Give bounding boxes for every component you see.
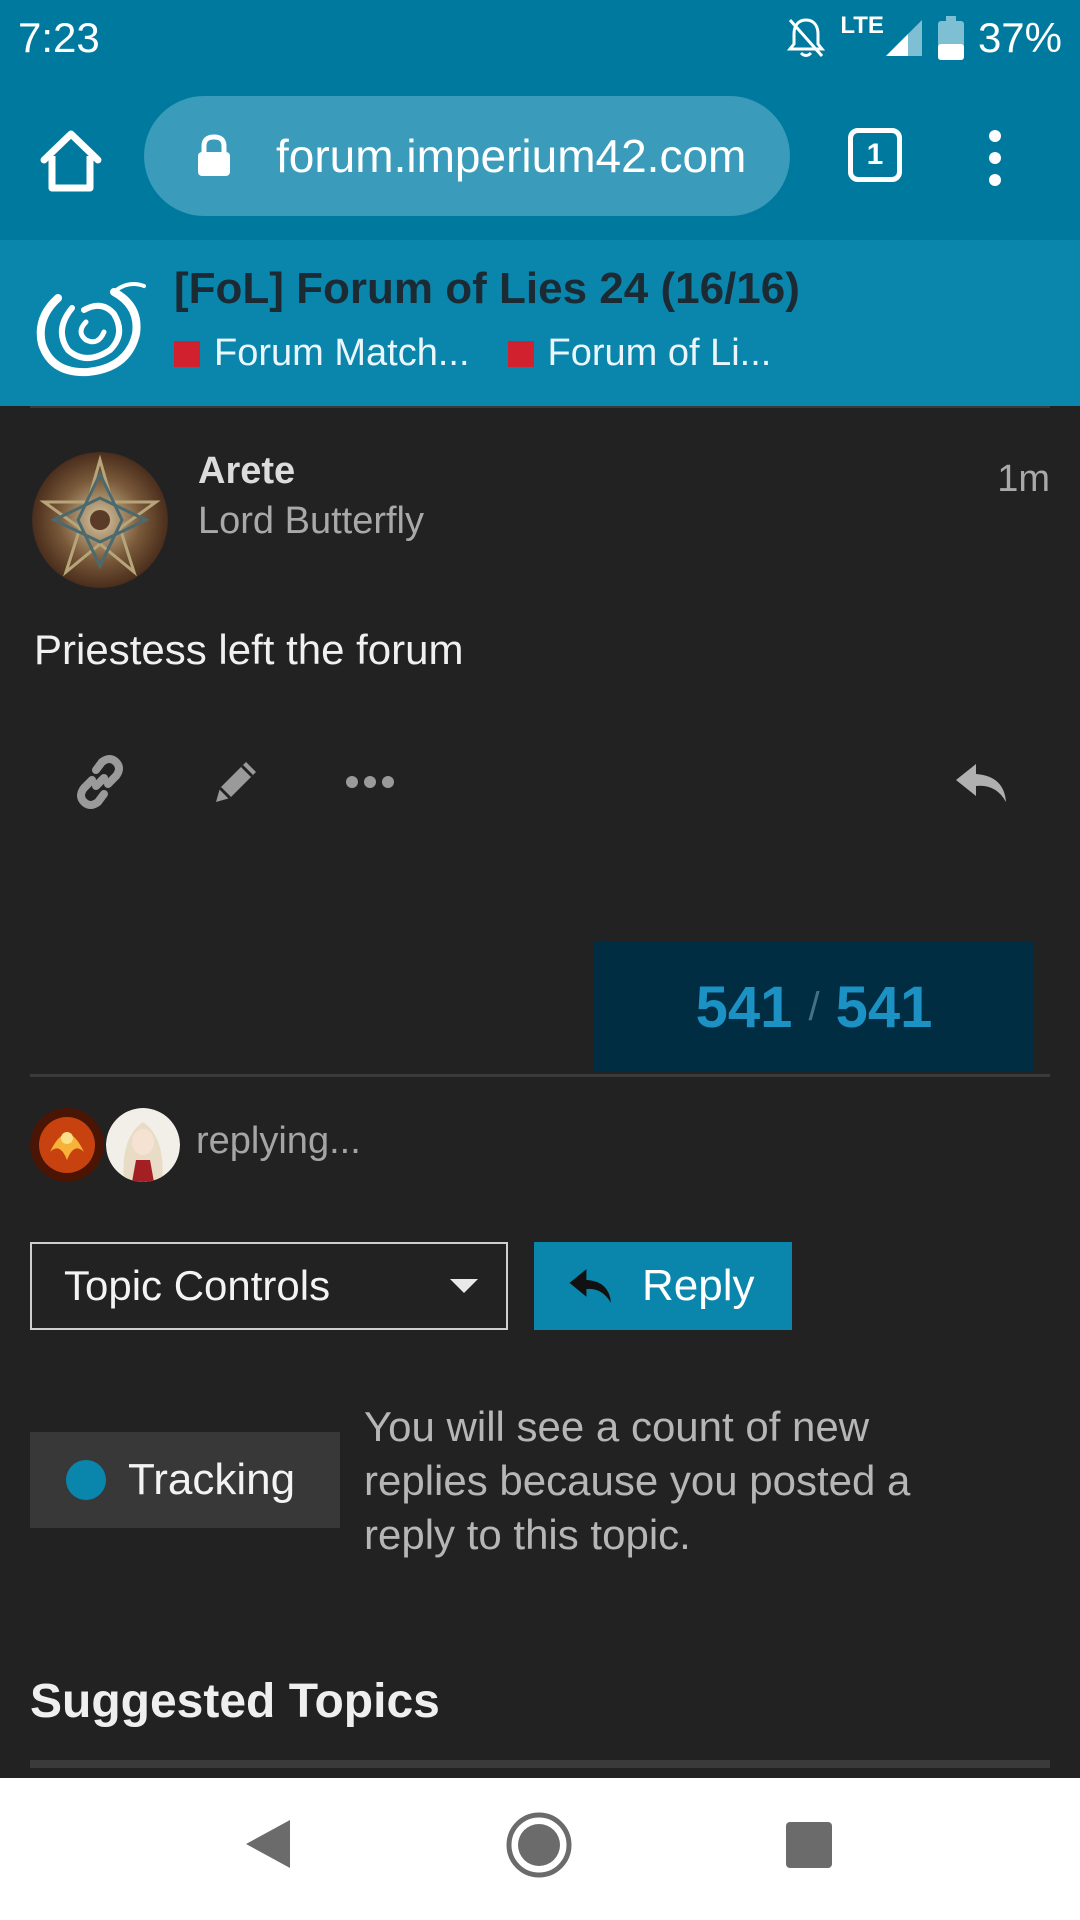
- divider: [30, 1074, 1050, 1077]
- post-username[interactable]: Arete: [198, 450, 295, 493]
- status-bar: 7:23 LTE 37%: [0, 0, 1080, 76]
- pencil-icon[interactable]: [206, 752, 266, 812]
- home-nav-icon[interactable]: [506, 1812, 572, 1878]
- home-icon[interactable]: [36, 126, 106, 196]
- browser-toolbar: forum.imperium42.com 1: [0, 76, 1080, 240]
- address-bar[interactable]: forum.imperium42.com: [144, 96, 790, 216]
- breadcrumb-label: Forum of Li...: [547, 332, 772, 374]
- topic-title[interactable]: [FoL] Forum of Lies 24 (16/16): [174, 264, 800, 314]
- notifications-off-icon: [787, 18, 826, 57]
- replying-indicator: replying...: [196, 1120, 361, 1162]
- more-actions-icon[interactable]: [340, 752, 400, 812]
- avatar[interactable]: [32, 452, 168, 588]
- divider: [30, 406, 1050, 408]
- progress-total: 541: [835, 974, 933, 1040]
- divider: [30, 1760, 1050, 1768]
- battery-level: 37%: [977, 14, 1062, 61]
- signal-icon: [885, 20, 922, 56]
- reply-icon[interactable]: [952, 752, 1012, 812]
- notification-level-button[interactable]: Tracking: [30, 1432, 340, 1528]
- url-text: forum.imperium42.com: [276, 130, 747, 182]
- chevron-down-icon: [450, 1279, 478, 1293]
- link-icon[interactable]: [70, 752, 130, 812]
- tab-switcher-button[interactable]: 1: [848, 128, 902, 182]
- breadcrumb: Forum Match... Forum of Li...: [174, 332, 771, 375]
- reply-button-label: Reply: [642, 1261, 755, 1310]
- breadcrumb-category[interactable]: Forum Match...: [174, 332, 470, 375]
- status-time: 7:23: [18, 14, 100, 61]
- suggested-topics-heading: Suggested Topics: [30, 1675, 440, 1728]
- tracking-label: Tracking: [128, 1455, 296, 1504]
- topic-controls-dropdown[interactable]: Topic Controls: [30, 1242, 508, 1330]
- tracking-description: You will see a count of new replies beca…: [364, 1403, 911, 1558]
- reply-icon: [569, 1269, 611, 1303]
- network-type: LTE: [840, 12, 884, 39]
- back-icon[interactable]: [244, 1818, 292, 1870]
- topic-controls-label: Topic Controls: [64, 1262, 331, 1309]
- avatar[interactable]: [30, 1108, 104, 1182]
- category-badge: [174, 340, 200, 367]
- progress-separator: /: [808, 984, 820, 1029]
- progress-current: 541: [695, 974, 793, 1040]
- breadcrumb-subcategory[interactable]: Forum of Li...: [507, 332, 772, 375]
- site-logo-icon[interactable]: [28, 270, 148, 380]
- post-timestamp[interactable]: 1m: [997, 458, 1050, 501]
- breadcrumb-label: Forum Match...: [214, 332, 470, 374]
- lock-icon: [198, 134, 230, 176]
- topic-header: [FoL] Forum of Lies 24 (16/16) Forum Mat…: [0, 240, 1080, 406]
- category-badge: [507, 340, 534, 367]
- status-icons: LTE 37%: [786, 10, 1062, 66]
- more-menu-icon[interactable]: [980, 128, 1010, 188]
- reply-button[interactable]: Reply: [534, 1242, 792, 1330]
- post-body: Priestess left the forum: [34, 626, 464, 673]
- tracking-icon: [66, 1460, 106, 1500]
- topic-progress[interactable]: 541 / 541: [594, 942, 1034, 1072]
- system-nav-bar: [0, 1778, 1080, 1920]
- post-user-title: Lord Butterfly: [198, 500, 424, 542]
- recents-icon[interactable]: [786, 1822, 832, 1868]
- battery-icon: [937, 16, 964, 60]
- avatar[interactable]: [106, 1108, 180, 1182]
